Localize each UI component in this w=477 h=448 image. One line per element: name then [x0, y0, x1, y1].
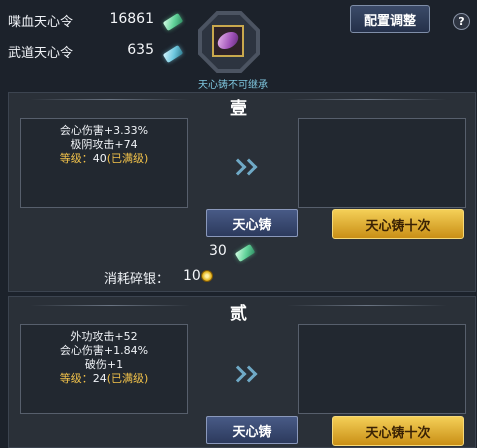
chevron-right-icon	[227, 155, 261, 179]
forge-button[interactable]: 天心铸	[206, 416, 298, 444]
stat-line: 会心伤害+3.33%	[59, 124, 149, 137]
section-two-title: 贰	[230, 304, 247, 324]
level-label: 等级：	[59, 152, 93, 165]
config-adjust-button[interactable]: 配置调整	[350, 5, 430, 33]
result-stats-panel	[298, 324, 466, 414]
forge-button[interactable]: 天心铸	[206, 209, 298, 237]
green-jade-token-icon	[162, 12, 184, 32]
current-stats: 会心伤害+3.33% 极阴攻击+74 等级：40(已满级)	[20, 124, 188, 166]
current-stats: 外功攻击+52 会心伤害+1.84% 破伤+1 等级：24(已满级)	[20, 330, 188, 386]
level-value: 40	[92, 152, 107, 165]
help-icon[interactable]: ?	[453, 13, 470, 30]
section-one-title: 壹	[230, 99, 247, 119]
chevron-right-icon	[227, 362, 261, 386]
teal-jade-token-icon	[162, 44, 184, 64]
blood-token-label: 喋血天心令	[8, 15, 74, 30]
forge-ten-button[interactable]: 天心铸十次	[332, 209, 464, 239]
level-line: 等级：40(已满级)	[20, 152, 188, 166]
result-stats-panel	[298, 118, 466, 208]
not-inheritable-note: 天心铸不可继承	[198, 80, 268, 91]
level-line: 等级：24(已满级)	[20, 372, 188, 386]
silver-cost-value: 10	[183, 268, 201, 284]
stat-line: 外功攻击+52	[70, 330, 138, 343]
gold-coin-icon	[201, 270, 213, 282]
martial-token-value: 635	[127, 42, 154, 58]
silver-cost-label: 消耗碎银：	[104, 272, 170, 287]
level-max-note: (已满级)	[106, 152, 149, 165]
martial-token-label: 武道天心令	[8, 46, 74, 61]
level-label: 等级：	[59, 372, 93, 385]
blood-token-value: 16861	[109, 11, 154, 27]
forge-cost-value: 30	[209, 243, 227, 259]
stat-line: 极阴攻击+74	[70, 138, 138, 151]
stat-line: 会心伤害+1.84%	[59, 344, 149, 357]
forge-ten-button[interactable]: 天心铸十次	[332, 416, 464, 446]
stat-line: 破伤+1	[84, 358, 124, 371]
level-value: 24	[92, 372, 107, 385]
level-max-note: (已满级)	[106, 372, 149, 385]
